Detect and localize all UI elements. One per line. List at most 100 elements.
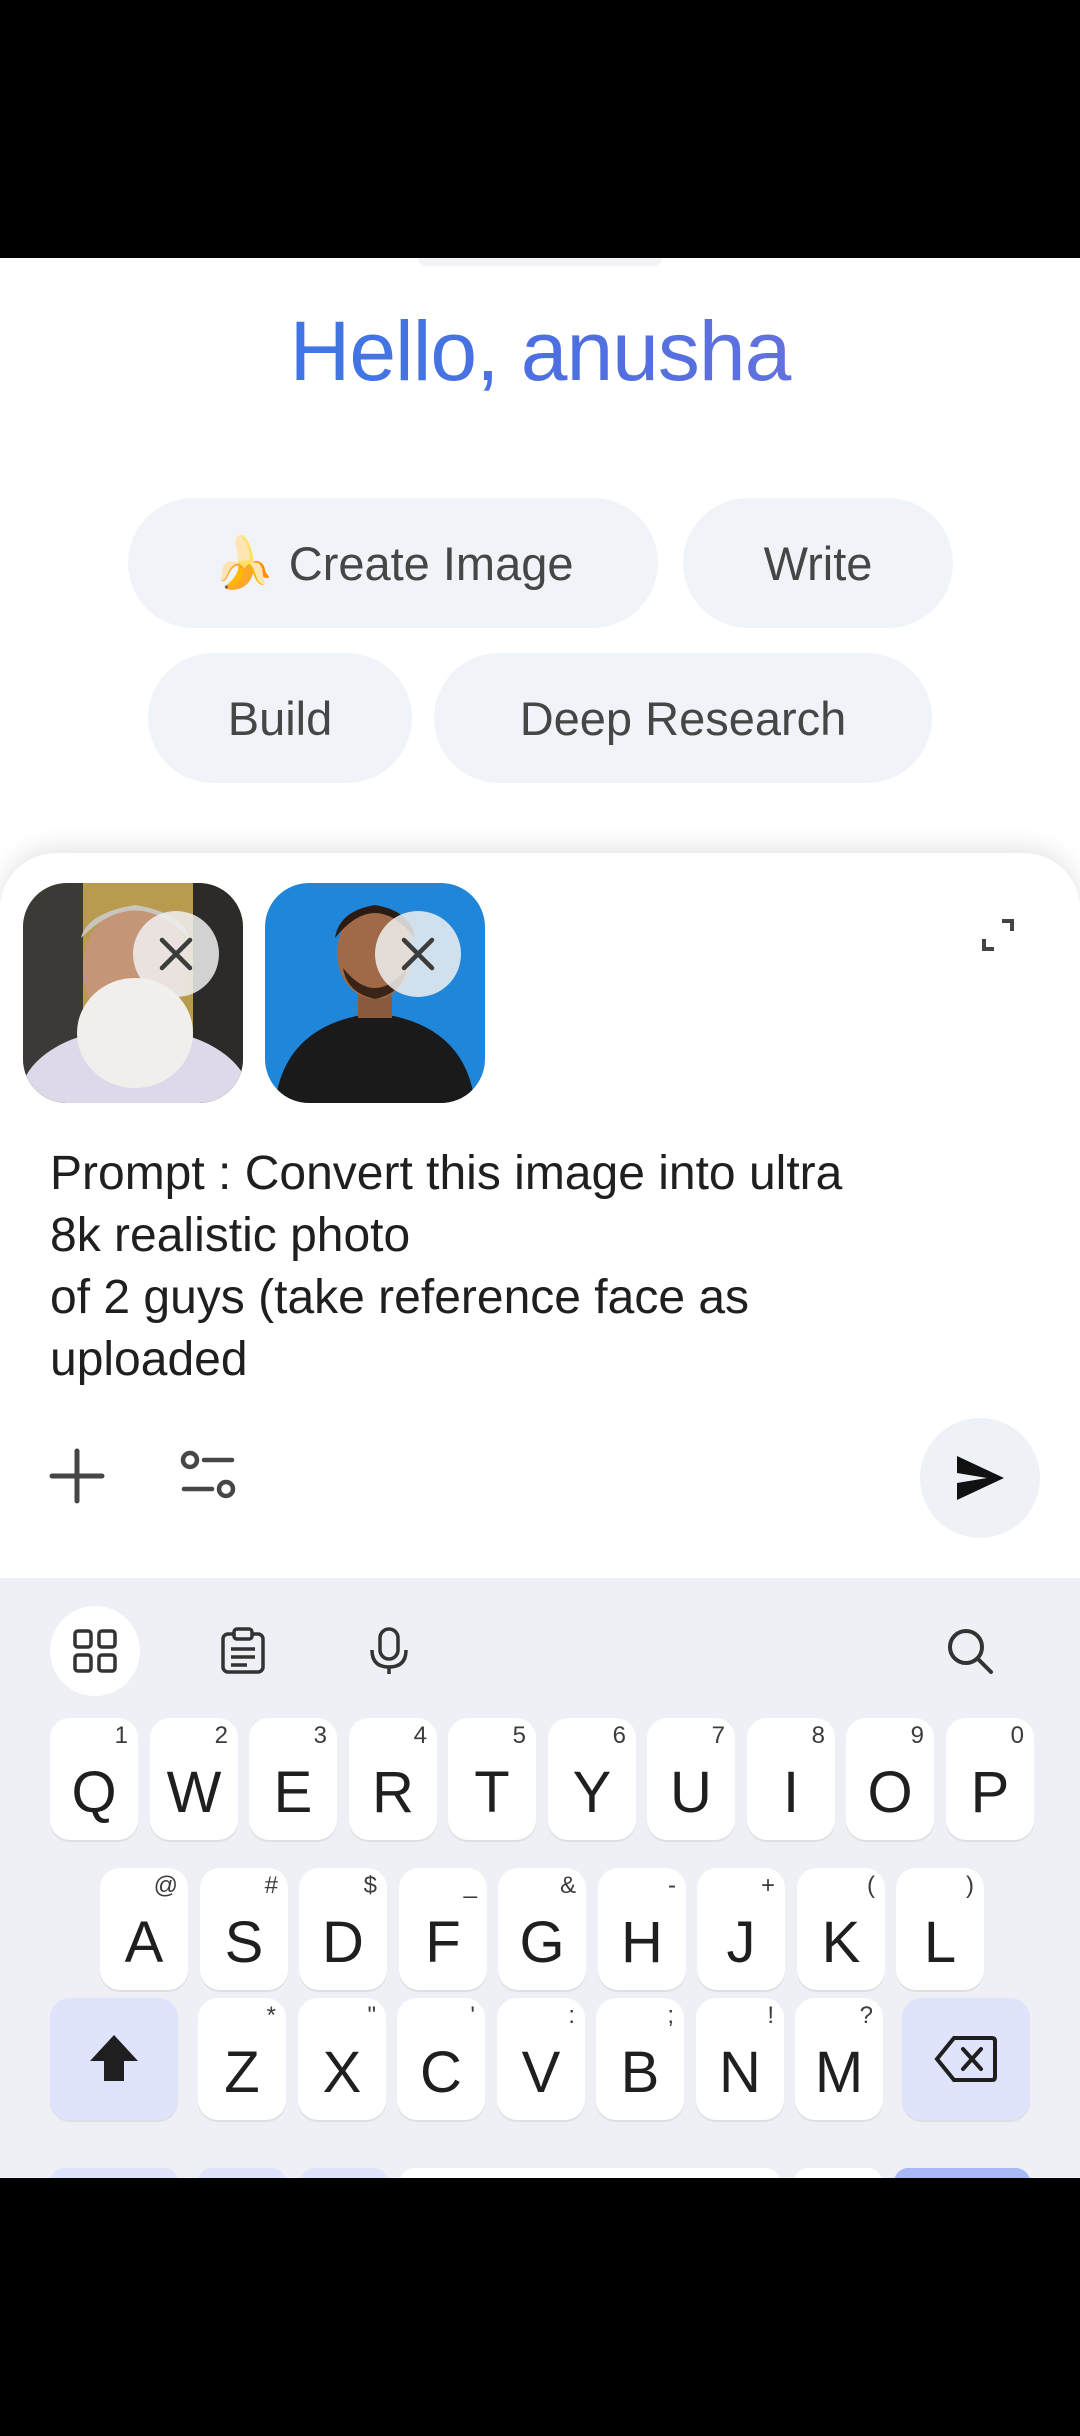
remove-attachment-button[interactable] [133, 911, 219, 997]
chip-label: Deep Research [519, 691, 847, 745]
key-hint: 6 [612, 1722, 626, 1749]
chip-label: Build [227, 691, 333, 745]
tools-icon[interactable] [174, 1441, 244, 1511]
key-l[interactable]: ) L [896, 1868, 984, 1990]
key-r[interactable]: 4R [349, 1718, 437, 1840]
key-c[interactable]: ' C [397, 1998, 485, 2120]
key-p[interactable]: 0P [946, 1718, 1034, 1840]
close-icon [159, 937, 193, 971]
key-a[interactable]: @ A [100, 1868, 188, 1990]
key-u[interactable]: 7U [647, 1718, 735, 1840]
create-image-chip[interactable]: 🍌 Create Image [128, 498, 658, 628]
bottom-row-edge [794, 2168, 882, 2178]
key-label: H [621, 1910, 663, 1975]
keyboard-apps-button[interactable] [50, 1606, 140, 1696]
key-label: X [322, 2040, 362, 2105]
key-hint: ; [667, 2002, 674, 2029]
keyboard-voice-button[interactable] [344, 1606, 434, 1696]
key-i[interactable]: 8I [747, 1718, 835, 1840]
key-hint: + [760, 1872, 775, 1899]
key-label: W [166, 1760, 222, 1825]
key-label: I [782, 1760, 800, 1825]
key-hint: 0 [1010, 1722, 1024, 1749]
key-n[interactable]: ! N [696, 1998, 784, 2120]
key-g[interactable]: & G [498, 1868, 586, 1990]
send-icon [957, 1456, 1004, 1500]
key-label: A [124, 1910, 164, 1975]
key-w[interactable]: 2W [150, 1718, 238, 1840]
prompt-input[interactable]: Prompt : Convert this image into ultra 8… [50, 1143, 1010, 1391]
chip-label: Write [763, 536, 873, 590]
remove-attachment-button[interactable] [375, 911, 461, 997]
key-label: K [821, 1910, 861, 1975]
key-label: S [224, 1910, 264, 1975]
bottom-row-edge [50, 2168, 178, 2178]
attachment-thumbnail[interactable] [265, 883, 485, 1103]
top-sheet-edge [418, 258, 662, 266]
key-hint: 5 [512, 1722, 526, 1749]
key-hint: ( [867, 1872, 875, 1899]
key-y[interactable]: 6Y [548, 1718, 636, 1840]
key-label: N [719, 2040, 761, 2105]
key-hint: 9 [910, 1722, 924, 1749]
key-z[interactable]: * Z [198, 1998, 286, 2120]
clipboard-icon [221, 1627, 265, 1674]
key-hint: " [367, 2002, 376, 2029]
key-label: G [519, 1910, 565, 1975]
key-h[interactable]: -H [598, 1868, 686, 1990]
key-hint: # [264, 1872, 278, 1899]
add-icon[interactable] [42, 1441, 112, 1511]
send-button[interactable] [920, 1418, 1040, 1538]
key-label: F [425, 1910, 461, 1975]
key-label: V [521, 2040, 561, 2105]
deep-research-chip[interactable]: Deep Research [434, 653, 932, 783]
key-label: Q [71, 1760, 117, 1825]
bottom-row-edge [300, 2168, 388, 2178]
key-x[interactable]: " X [298, 1998, 386, 2120]
on-screen-keyboard: 1 Q 2 W 3 E 4 R 5 T 6 Y 7 U 8 I 9 O 0 P @ A # S $ D _ F & G - H + J(K) L * Z… [0, 1578, 1080, 2178]
key-e[interactable]: 3E [249, 1718, 337, 1840]
key-label: U [670, 1760, 712, 1825]
key-t[interactable]: 5T [448, 1718, 536, 1840]
key-label: J [726, 1910, 756, 1975]
close-icon [401, 937, 435, 971]
key-hint: 7 [711, 1722, 725, 1749]
bottom-row-edge [400, 2168, 780, 2178]
key-b[interactable]: ; B [596, 1998, 684, 2120]
key-k[interactable]: (K [797, 1868, 885, 1990]
build-chip[interactable]: Build [148, 653, 412, 783]
key-label: T [474, 1760, 510, 1825]
backspace-key[interactable] [902, 1998, 1030, 2120]
key-label: Y [572, 1760, 612, 1825]
key-q[interactable]: 1Q [50, 1718, 138, 1840]
write-chip[interactable]: Write [683, 498, 953, 628]
key-s[interactable]: # S [200, 1868, 288, 1990]
shift-icon [90, 2035, 138, 2081]
bottom-row-edge [894, 2168, 1030, 2178]
key-hint: $ [363, 1872, 377, 1899]
keyboard-clipboard-button[interactable] [198, 1606, 288, 1696]
expand-icon[interactable] [978, 915, 1018, 955]
key-label: E [273, 1760, 313, 1825]
search-icon [948, 1629, 993, 1674]
shift-key[interactable] [50, 1998, 178, 2120]
key-hint: * [266, 2002, 276, 2029]
key-hint: 4 [413, 1722, 427, 1749]
key-hint: ! [767, 2002, 774, 2029]
keyboard-search-button[interactable] [925, 1606, 1015, 1696]
key-m[interactable]: ? M [795, 1998, 883, 2120]
key-label: D [322, 1910, 364, 1975]
key-hint: _ [463, 1872, 477, 1899]
key-v[interactable]: :V [497, 1998, 585, 2120]
key-label: B [620, 2040, 660, 2105]
key-label: P [970, 1760, 1010, 1825]
attachment-thumbnail[interactable] [23, 883, 243, 1103]
key-o[interactable]: 9O [846, 1718, 934, 1840]
key-label: C [420, 2040, 462, 2105]
key-hint: ? [859, 2002, 873, 2029]
key-j[interactable]: + J [697, 1868, 785, 1990]
banana-icon: 🍌 [212, 534, 275, 591]
key-d[interactable]: $ D [299, 1868, 387, 1990]
key-label: O [867, 1760, 913, 1825]
key-f[interactable]: _ F [399, 1868, 487, 1990]
